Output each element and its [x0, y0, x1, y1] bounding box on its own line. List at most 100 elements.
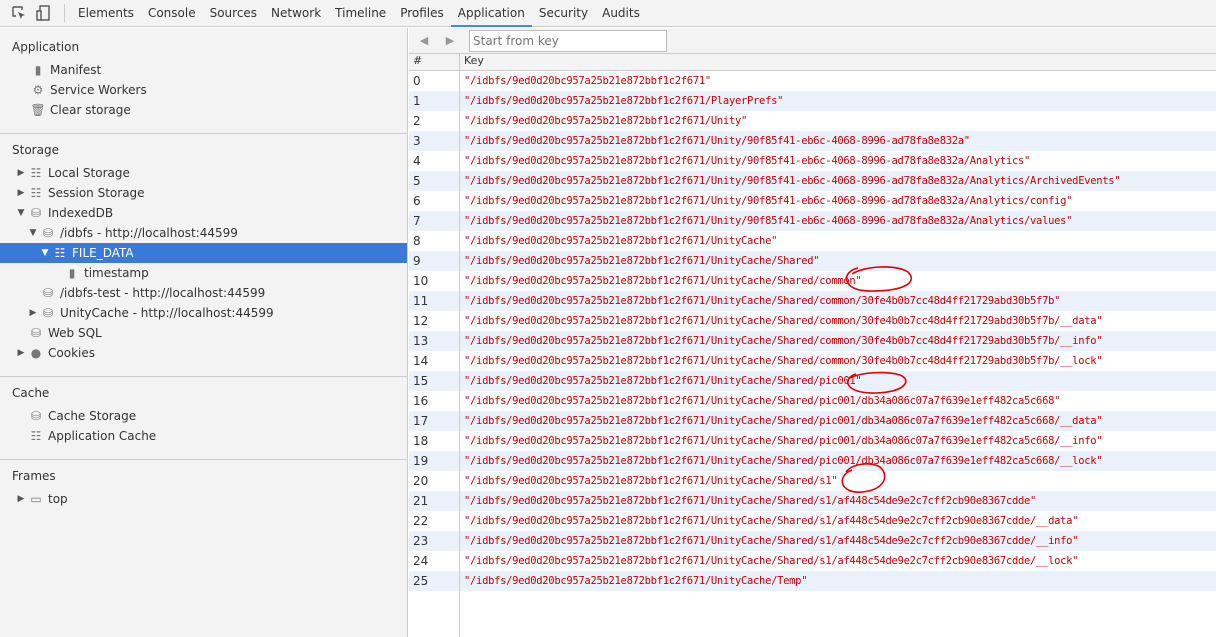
- expand-triangle-icon[interactable]: ▶: [16, 348, 26, 358]
- sidebar-item-idbfs[interactable]: ▼ ⛁/idbfs - http://localhost:44599: [0, 223, 407, 243]
- expand-triangle-icon[interactable]: ▶: [16, 168, 26, 178]
- row-index: 3: [409, 131, 460, 151]
- table-row[interactable]: 9 "/idbfs/9ed0d20bc957a25b21e872bbf1c2f67…: [409, 251, 1216, 271]
- tab-audits[interactable]: Audits: [595, 0, 647, 27]
- sidebar-item-local-storage[interactable]: ▶ ☷ Local Storage: [0, 163, 407, 183]
- sidebar-item-unitycache[interactable]: ▶ ⛁ UnityCache - http://localhost:44599: [0, 303, 407, 323]
- table-row[interactable]: 5 "/idbfs/9ed0d20bc957a25b21e872bbf1c2f67…: [409, 171, 1216, 191]
- row-key: "/idbfs/9ed0d20bc957a25b21e872bbf1c2f671…: [464, 395, 1061, 407]
- table-row[interactable]: 1 "/idbfs/9ed0d20bc957a25b21e872bbf1c2f67…: [409, 91, 1216, 111]
- row-key: "/idbfs/9ed0d20bc957a25b21e872bbf1c2f671…: [464, 455, 1103, 467]
- collapse-triangle-icon[interactable]: ▼: [40, 248, 50, 258]
- sidebar-item-top-frame[interactable]: ▶ ▭ top: [0, 489, 407, 509]
- next-page-button[interactable]: ▶: [439, 34, 461, 47]
- collapse-triangle-icon[interactable]: ▼: [16, 208, 26, 218]
- section-application: Application: [12, 40, 80, 54]
- row-key: "/idbfs/9ed0d20bc957a25b21e872bbf1c2f671…: [464, 195, 1073, 207]
- row-index: 2: [409, 111, 460, 131]
- table-row[interactable]: 19 "/idbfs/9ed0d20bc957a25b21e872bbf1c2f6…: [409, 451, 1216, 471]
- table-row[interactable]: 4 "/idbfs/9ed0d20bc957a25b21e872bbf1c2f67…: [409, 151, 1216, 171]
- sidebar-item-manifest[interactable]: ▮ Manifest: [0, 60, 407, 80]
- database-icon: ⛁: [30, 206, 42, 220]
- table-row[interactable]: 22 "/idbfs/9ed0d20bc957a25b21e872bbf1c2f6…: [409, 511, 1216, 531]
- row-key: "/idbfs/9ed0d20bc957a25b21e872bbf1c2f671…: [464, 415, 1103, 427]
- row-key: "/idbfs/9ed0d20bc957a25b21e872bbf1c2f671…: [464, 375, 862, 387]
- row-index: 12: [409, 311, 460, 331]
- tab-profiles[interactable]: Profiles: [393, 0, 451, 27]
- tab-network[interactable]: Network: [264, 0, 328, 27]
- tab-elements[interactable]: Elements: [71, 0, 141, 27]
- row-key: "/idbfs/9ed0d20bc957a25b21e872bbf1c2f671…: [464, 435, 1103, 447]
- table-row[interactable]: 15 "/idbfs/9ed0d20bc957a25b21e872bbf1c2f6…: [409, 371, 1216, 391]
- table-row[interactable]: 24 "/idbfs/9ed0d20bc957a25b21e872bbf1c2f6…: [409, 551, 1216, 571]
- previous-page-button[interactable]: ◀: [413, 34, 435, 47]
- table-row[interactable]: 14 "/idbfs/9ed0d20bc957a25b21e872bbf1c2f6…: [409, 351, 1216, 371]
- row-index: 15: [409, 371, 460, 391]
- section-storage: Storage: [12, 143, 59, 157]
- row-key: "/idbfs/9ed0d20bc957a25b21e872bbf1c2f671…: [464, 335, 1103, 347]
- table-row[interactable]: 11 "/idbfs/9ed0d20bc957a25b21e872bbf1c2f6…: [409, 291, 1216, 311]
- table-row[interactable]: 18 "/idbfs/9ed0d20bc957a25b21e872bbf1c2f6…: [409, 431, 1216, 451]
- column-header-index[interactable]: #: [409, 54, 460, 70]
- expand-triangle-icon[interactable]: ▶: [16, 494, 26, 504]
- sidebar-item-service-workers[interactable]: ⚙ Service Workers: [0, 80, 407, 100]
- table-row[interactable]: 16 "/idbfs/9ed0d20bc957a25b21e872bbf1c2f6…: [409, 391, 1216, 411]
- row-index: 13: [409, 331, 460, 351]
- table-row[interactable]: 3 "/idbfs/9ed0d20bc957a25b21e872bbf1c2f67…: [409, 131, 1216, 151]
- column-header-key[interactable]: Key: [460, 54, 484, 70]
- inspect-element-icon[interactable]: [8, 2, 30, 24]
- table-row[interactable]: 2 "/idbfs/9ed0d20bc957a25b21e872bbf1c2f67…: [409, 111, 1216, 131]
- table-row[interactable]: 0 "/idbfs/9ed0d20bc957a25b21e872bbf1c2f67…: [409, 71, 1216, 91]
- sidebar-item-cache-storage[interactable]: ⛁ Cache Storage: [0, 406, 407, 426]
- database-icon: ⛁: [30, 409, 42, 423]
- file-icon: ▮: [34, 63, 42, 77]
- sidebar-item-file-data[interactable]: ▼ ☷ FILE_DATA: [0, 243, 407, 263]
- tab-console[interactable]: Console: [141, 0, 203, 27]
- row-index: 11: [409, 291, 460, 311]
- table-row[interactable]: 25 "/idbfs/9ed0d20bc957a25b21e872bbf1c2f6…: [409, 571, 1216, 591]
- tab-sources[interactable]: Sources: [203, 0, 264, 27]
- sidebar-item-session-storage[interactable]: ▶ ☷ Session Storage: [0, 183, 407, 203]
- table-row[interactable]: 8 "/idbfs/9ed0d20bc957a25b21e872bbf1c2f67…: [409, 231, 1216, 251]
- row-index: 14: [409, 351, 460, 371]
- row-index: 7: [409, 211, 460, 231]
- start-from-key-input[interactable]: [469, 29, 667, 52]
- table-row[interactable]: 6 "/idbfs/9ed0d20bc957a25b21e872bbf1c2f67…: [409, 191, 1216, 211]
- table-row[interactable]: 21 "/idbfs/9ed0d20bc957a25b21e872bbf1c2f6…: [409, 491, 1216, 511]
- trash-icon: 🗑: [30, 103, 46, 117]
- tab-application[interactable]: Application: [450, 0, 532, 27]
- row-key: "/idbfs/9ed0d20bc957a25b21e872bbf1c2f671…: [464, 355, 1103, 367]
- gear-icon: ⚙: [32, 83, 44, 97]
- sidebar: Application ▮ Manifest ⚙ Service Workers 🗑…: [0, 28, 408, 637]
- expand-triangle-icon[interactable]: ▶: [28, 308, 38, 318]
- row-index: 23: [409, 531, 460, 551]
- tab-timeline[interactable]: Timeline: [328, 0, 393, 27]
- row-key: "/idbfs/9ed0d20bc957a25b21e872bbf1c2f671…: [464, 315, 1103, 327]
- sidebar-item-clear-storage[interactable]: 🗑 Clear storage: [0, 100, 407, 120]
- sidebar-item-indexeddb[interactable]: ▼ ⛁ IndexedDB: [0, 203, 407, 223]
- table-row[interactable]: 17 "/idbfs/9ed0d20bc957a25b21e872bbf1c2f6…: [409, 411, 1216, 431]
- sidebar-item-idbfs-test[interactable]: ⛁/idbfs-test - http://localhost:44599: [0, 283, 407, 303]
- database-icon: ⛁: [42, 286, 54, 300]
- tab-security[interactable]: Security: [532, 0, 595, 27]
- sidebar-item-timestamp[interactable]: ▮ timestamp: [0, 263, 407, 283]
- database-icon: ⛁: [30, 326, 42, 340]
- sidebar-item-web-sql[interactable]: ⛁ Web SQL: [0, 323, 407, 343]
- table-header: # Key: [409, 54, 1216, 71]
- table-row[interactable]: 7 "/idbfs/9ed0d20bc957a25b21e872bbf1c2f67…: [409, 211, 1216, 231]
- row-key: "/idbfs/9ed0d20bc957a25b21e872bbf1c2f671…: [464, 475, 838, 487]
- grid-icon: ☷: [30, 166, 42, 180]
- sidebar-item-application-cache[interactable]: ☷ Application Cache: [0, 426, 407, 446]
- row-index: 16: [409, 391, 460, 411]
- collapse-triangle-icon[interactable]: ▼: [28, 228, 38, 238]
- table-row[interactable]: 20 "/idbfs/9ed0d20bc957a25b21e872bbf1c2f6…: [409, 471, 1216, 491]
- table-row[interactable]: 13 "/idbfs/9ed0d20bc957a25b21e872bbf1c2f6…: [409, 331, 1216, 351]
- row-key: "/idbfs/9ed0d20bc957a25b21e872bbf1c2f671…: [464, 495, 1037, 507]
- table-row[interactable]: 23 "/idbfs/9ed0d20bc957a25b21e872bbf1c2f6…: [409, 531, 1216, 551]
- sidebar-item-cookies[interactable]: ▶ ● Cookies: [0, 343, 407, 363]
- table-row[interactable]: 12 "/idbfs/9ed0d20bc957a25b21e872bbf1c2f6…: [409, 311, 1216, 331]
- table-row[interactable]: 10 "/idbfs/9ed0d20bc957a25b21e872bbf1c2f6…: [409, 271, 1216, 291]
- device-toggle-icon[interactable]: [32, 2, 54, 24]
- expand-triangle-icon[interactable]: ▶: [16, 188, 26, 198]
- row-index: 21: [409, 491, 460, 511]
